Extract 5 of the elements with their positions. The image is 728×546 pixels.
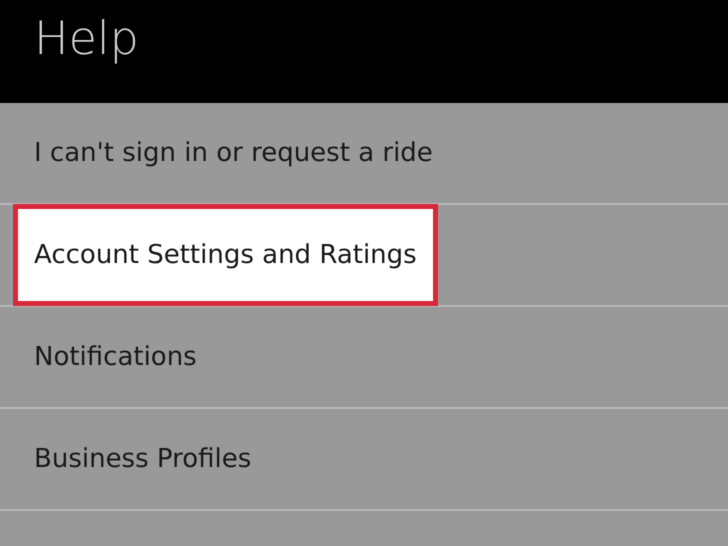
help-item[interactable]: Business Profiles xyxy=(34,440,252,478)
help-item[interactable]: Account Settings and Ratings xyxy=(13,204,438,306)
help-item[interactable]: I can't sign in or request a ride xyxy=(34,134,433,172)
header-title: Help xyxy=(34,10,139,67)
help-item[interactable]: Notifications xyxy=(34,338,197,376)
